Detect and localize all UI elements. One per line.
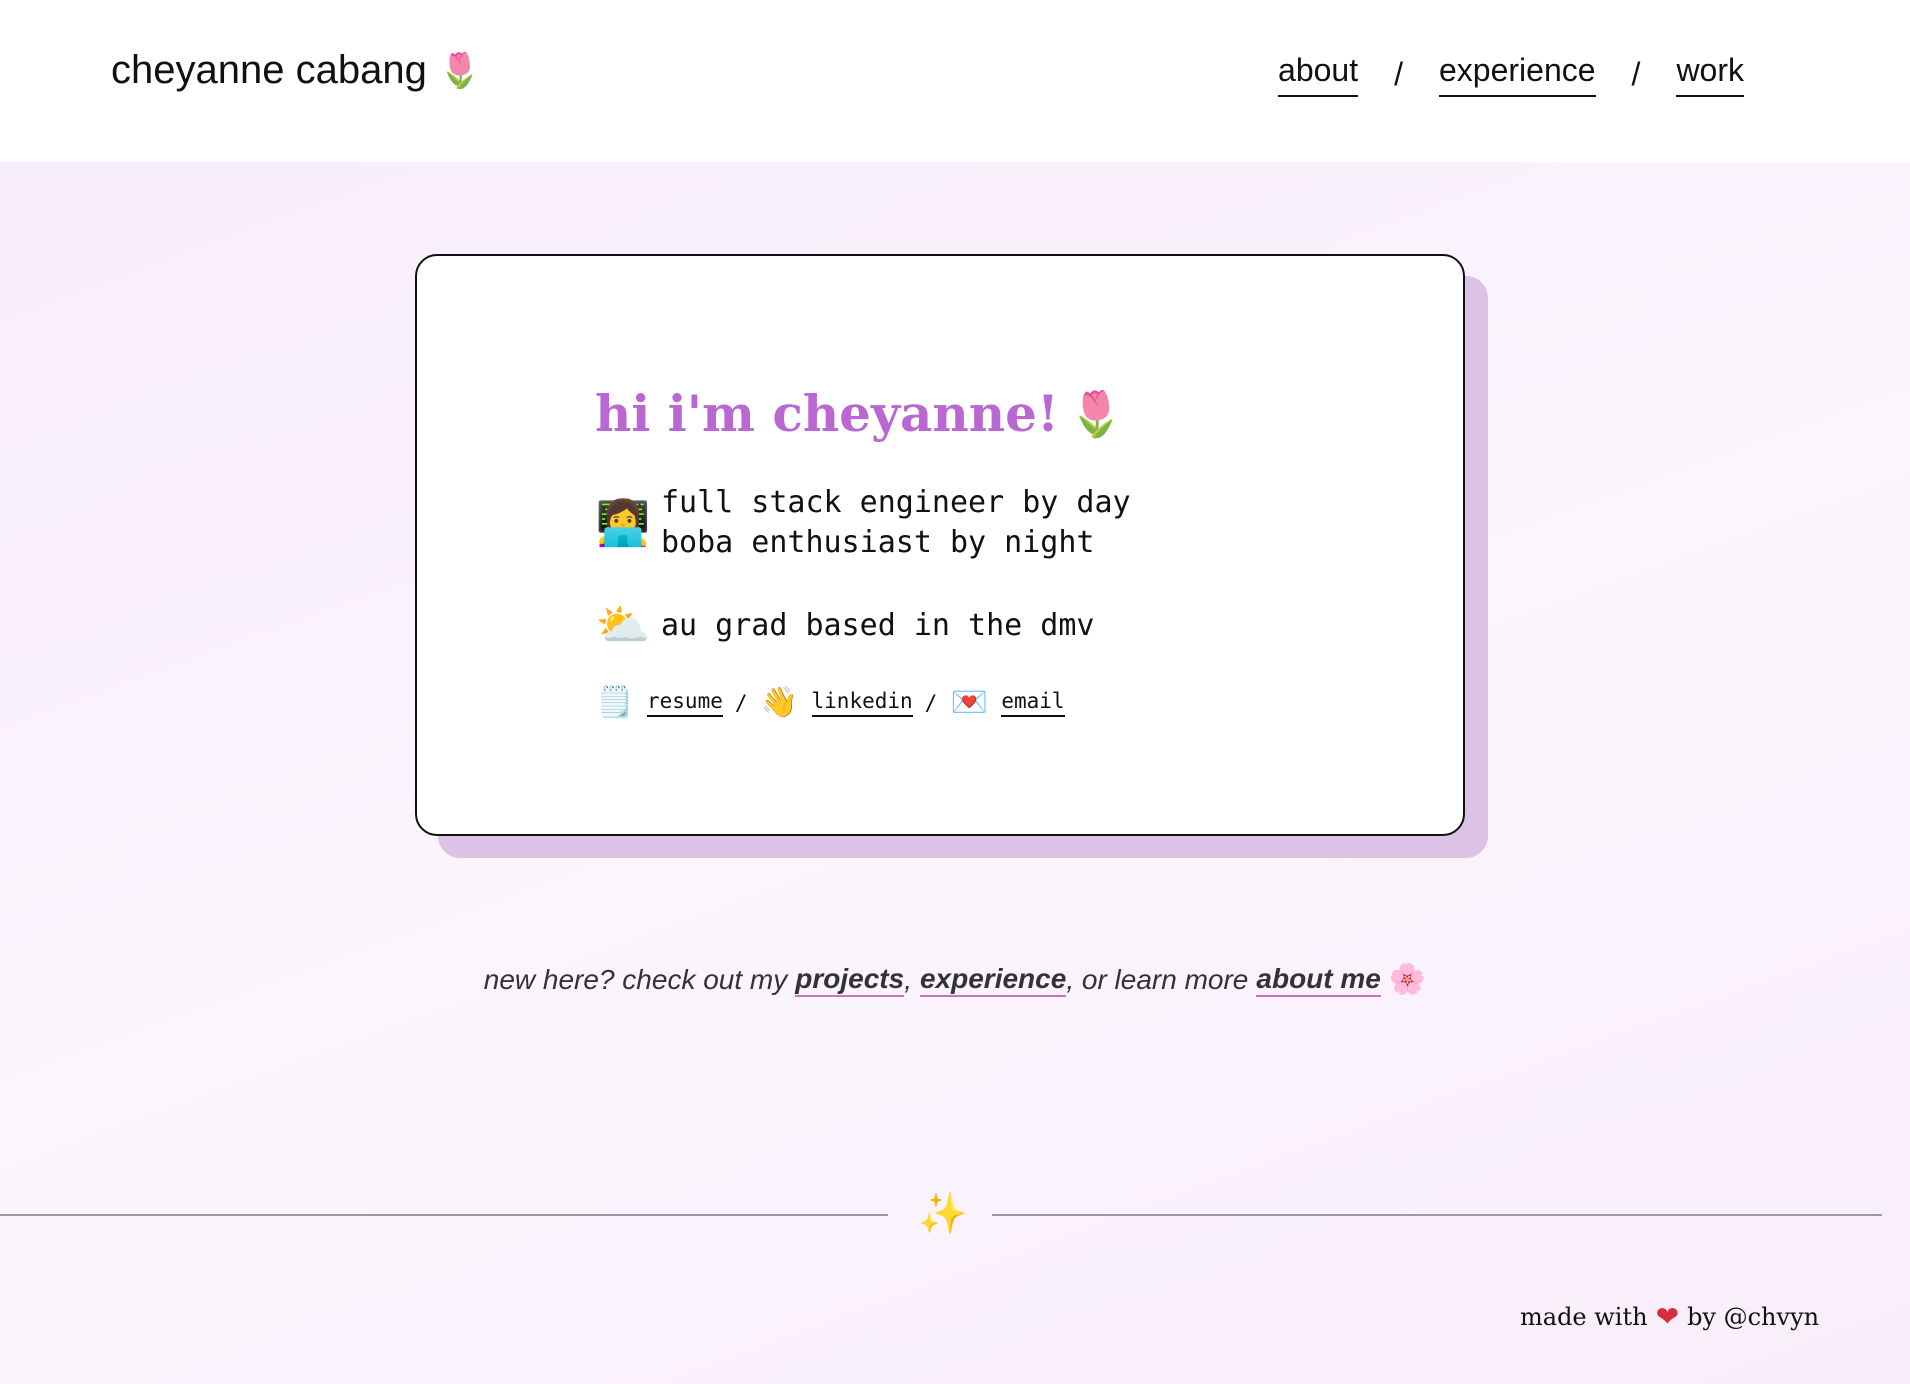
role-line-1: full stack engineer by day — [661, 485, 1131, 520]
brand-name[interactable]: cheyanne cabang — [111, 48, 427, 93]
location-text: au grad based in the dmv — [661, 607, 1095, 643]
waving-hand-icon: 👋 — [760, 685, 799, 720]
location-line: ⛅ au grad based in the dmv — [595, 599, 1131, 651]
tagline: new here? check out my projects, experie… — [0, 962, 1910, 997]
email-link[interactable]: email — [1001, 689, 1065, 717]
sparkles-icon: ✨ — [918, 1191, 968, 1237]
link-separator: / — [924, 690, 938, 715]
main-nav: about / experience / work — [1278, 52, 1744, 97]
intro-card-content: hi i'm cheyanne! 🌷 👩‍💻 full stack engine… — [595, 384, 1131, 720]
role-line-2: boba enthusiast by night — [661, 525, 1095, 560]
notepad-icon: 🗒️ — [596, 685, 634, 720]
tagline-prefix: new here? check out my — [483, 963, 788, 995]
divider-line — [992, 1214, 1882, 1216]
cherry-blossom-icon: 🌸 — [1388, 962, 1427, 997]
sun-behind-cloud-icon: ⛅ — [595, 600, 651, 651]
red-heart-icon: ❤ — [1655, 1300, 1680, 1333]
nav-experience-link[interactable]: experience — [1439, 52, 1596, 97]
role-text: full stack engineer by day boba enthusia… — [661, 483, 1131, 563]
footer-prefix: made with — [1520, 1302, 1648, 1331]
brand[interactable]: cheyanne cabang 🌷 — [111, 48, 481, 93]
greeting-heading: hi i'm cheyanne! 🌷 — [595, 384, 1131, 443]
experience-link[interactable]: experience — [919, 963, 1067, 997]
link-separator: / — [734, 690, 748, 715]
greeting-text: hi i'm cheyanne! — [595, 384, 1059, 443]
about-me-link[interactable]: about me — [1256, 963, 1381, 997]
tagline-middle: , or learn more — [1066, 963, 1249, 995]
footer-suffix: by @chvyn — [1687, 1302, 1820, 1331]
tulip-icon: 🌷 — [438, 50, 482, 91]
nav-about-link[interactable]: about — [1278, 52, 1359, 97]
resume-link[interactable]: resume — [647, 689, 723, 717]
projects-link[interactable]: projects — [795, 963, 905, 997]
divider-line — [0, 1214, 888, 1216]
site-header: cheyanne cabang 🌷 about / experience / w… — [0, 0, 1910, 162]
linkedin-link[interactable]: linkedin — [811, 689, 913, 717]
tulip-icon: 🌷 — [1068, 388, 1124, 440]
love-letter-icon: 💌 — [950, 685, 988, 720]
nav-work-link[interactable]: work — [1676, 52, 1744, 97]
intro-card: hi i'm cheyanne! 🌷 👩‍💻 full stack engine… — [415, 254, 1465, 836]
main-content: hi i'm cheyanne! 🌷 👩‍💻 full stack engine… — [0, 162, 1910, 1384]
card-links: 🗒️ resume / 👋 linkedin / 💌 email — [595, 685, 1131, 720]
tagline-comma: , — [904, 963, 912, 995]
role-lines: 👩‍💻 full stack engineer by day boba enth… — [595, 483, 1131, 563]
nav-separator: / — [1394, 56, 1403, 92]
nav-separator: / — [1631, 56, 1641, 92]
footer-credit: made with ❤ by @chvyn — [1520, 1300, 1819, 1333]
woman-technologist-icon: 👩‍💻 — [595, 498, 651, 549]
